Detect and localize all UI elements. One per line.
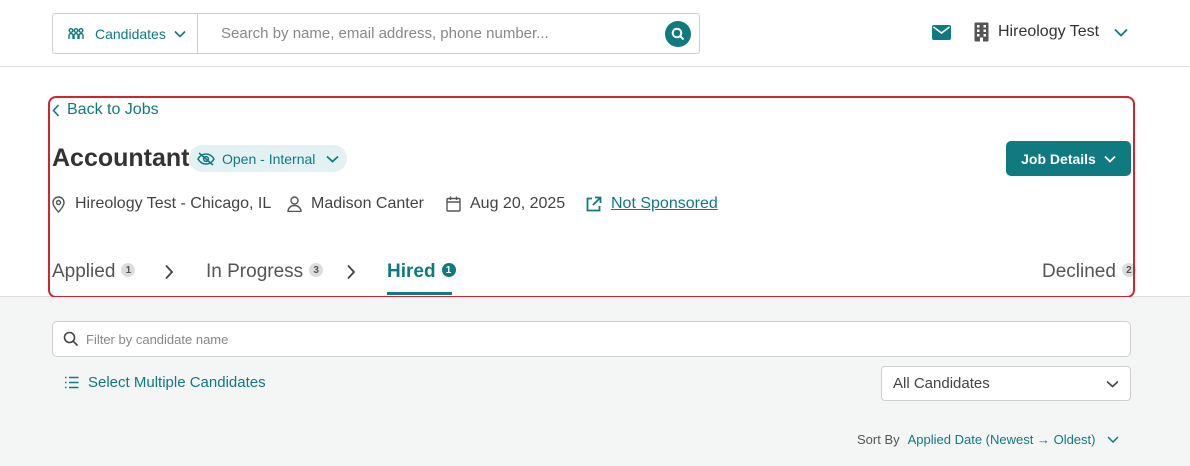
job-location: Hireology Test - Chicago, IL bbox=[52, 195, 271, 213]
org-name: Hireology Test bbox=[998, 23, 1100, 40]
back-label: Back to Jobs bbox=[67, 101, 159, 118]
search-scope-label: Candidates bbox=[95, 25, 166, 42]
job-date: Aug 20, 2025 bbox=[446, 195, 565, 213]
tab-hired[interactable]: Hired 1 bbox=[387, 261, 456, 283]
search-icon bbox=[63, 331, 79, 347]
job-details-button[interactable]: Job Details bbox=[1006, 141, 1131, 176]
select-multiple-button[interactable]: Select Multiple Candidates bbox=[64, 374, 266, 391]
search-scope-dropdown[interactable]: Candidates bbox=[53, 14, 198, 53]
back-to-jobs-link[interactable]: Back to Jobs bbox=[52, 101, 159, 119]
tab-in-progress[interactable]: In Progress 3 bbox=[206, 261, 324, 283]
dropdown-value: All Candidates bbox=[893, 375, 990, 392]
page-title: Accountant bbox=[52, 144, 190, 172]
top-bar: Candidates Hireology Test bbox=[0, 0, 1190, 67]
tab-label: Hired bbox=[387, 261, 436, 282]
search-icon bbox=[671, 27, 685, 41]
count-badge: 1 bbox=[121, 263, 136, 277]
tab-label: Applied bbox=[52, 261, 116, 282]
people-icon bbox=[67, 27, 85, 41]
org-switcher[interactable]: Hireology Test bbox=[974, 22, 1128, 42]
chevron-down-icon[interactable] bbox=[1107, 436, 1120, 443]
building-icon bbox=[974, 22, 989, 42]
search-input[interactable] bbox=[198, 14, 699, 53]
count-badge: 3 bbox=[309, 263, 324, 277]
job-header bbox=[0, 67, 1190, 297]
mail-icon[interactable] bbox=[932, 25, 951, 40]
sort-value[interactable]: Applied Date (Newest → Oldest) bbox=[908, 432, 1096, 447]
search-button[interactable] bbox=[665, 21, 691, 47]
status-label: Open - Internal bbox=[222, 150, 316, 167]
candidate-filter bbox=[52, 321, 1131, 357]
sponsorship-text: Not Sponsored bbox=[611, 195, 718, 212]
owner-text: Madison Canter bbox=[311, 195, 424, 212]
sort-label: Sort By bbox=[857, 432, 900, 447]
chevron-right-icon bbox=[164, 264, 174, 280]
chevron-down-icon bbox=[1114, 28, 1128, 37]
count-badge: 1 bbox=[441, 263, 456, 277]
job-owner: Madison Canter bbox=[287, 195, 424, 213]
active-tab-indicator bbox=[387, 292, 452, 295]
global-search: Candidates bbox=[52, 13, 700, 54]
external-link-icon bbox=[585, 196, 602, 213]
tab-applied[interactable]: Applied 1 bbox=[52, 261, 136, 283]
sort-control: Sort By Applied Date (Newest → Oldest) bbox=[857, 432, 1120, 447]
chevron-down-icon bbox=[1106, 380, 1119, 388]
map-pin-icon bbox=[52, 195, 65, 213]
count-badge: 2 bbox=[1121, 263, 1136, 277]
job-status-dropdown[interactable]: Open - Internal bbox=[189, 145, 347, 172]
select-multiple-label: Select Multiple Candidates bbox=[88, 374, 266, 391]
chevron-down-icon bbox=[1104, 155, 1116, 163]
user-icon bbox=[287, 196, 302, 212]
list-icon bbox=[64, 376, 79, 389]
sponsorship-link[interactable]: Not Sponsored bbox=[585, 195, 718, 213]
chevron-right-icon bbox=[346, 264, 356, 280]
tab-label: Declined bbox=[1042, 261, 1116, 282]
chevron-down-icon bbox=[326, 155, 339, 163]
calendar-icon bbox=[446, 196, 461, 212]
tab-label: In Progress bbox=[206, 261, 304, 282]
chevron-left-icon bbox=[52, 103, 60, 117]
job-details-label: Job Details bbox=[1021, 150, 1096, 167]
date-text: Aug 20, 2025 bbox=[470, 195, 566, 212]
chevron-down-icon bbox=[174, 30, 186, 38]
eye-slash-icon bbox=[197, 151, 215, 166]
candidate-filter-dropdown[interactable]: All Candidates bbox=[881, 366, 1131, 401]
location-text: Hireology Test - Chicago, IL bbox=[75, 195, 272, 212]
tab-declined[interactable]: Declined 2 bbox=[1042, 261, 1136, 283]
candidate-filter-input[interactable] bbox=[86, 331, 986, 347]
